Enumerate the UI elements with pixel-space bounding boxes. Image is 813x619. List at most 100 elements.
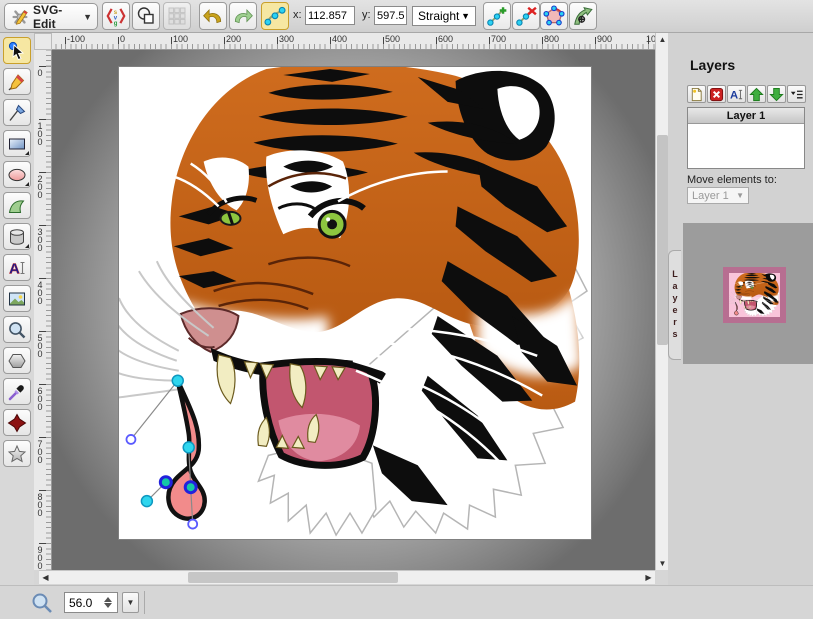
control-handle	[141, 496, 152, 507]
new-layer-button[interactable]	[687, 85, 706, 103]
add-node-icon	[486, 5, 508, 27]
tool-select[interactable]	[3, 37, 31, 64]
undo-button[interactable]	[199, 2, 227, 30]
edit-node-tool-button[interactable]	[261, 2, 289, 30]
scroll-right-arrow[interactable]: ▶	[642, 571, 655, 584]
rectangle-tool-icon	[7, 134, 27, 154]
ruler-label: 400	[332, 34, 347, 44]
tool-pencil[interactable]	[3, 68, 31, 95]
left-toolbar: A	[0, 33, 34, 586]
document-properties-button[interactable]	[132, 2, 160, 30]
segment-type-value: Straight	[418, 9, 459, 23]
ruler-label: 300	[35, 227, 45, 251]
app-title: SVG-Edit	[33, 3, 80, 31]
rename-layer-icon: A	[729, 87, 744, 102]
main-menu-button[interactable]: SVG-Edit ▼	[4, 3, 98, 30]
redo-icon	[232, 5, 254, 27]
vertical-scrollbar[interactable]: ▲ ▼	[655, 33, 668, 570]
zoom-spinner[interactable]	[103, 595, 113, 610]
source-editor-button[interactable]: s v g	[102, 2, 130, 30]
lower-layer-icon	[769, 87, 784, 102]
layers-tab[interactable]: Layers	[668, 250, 681, 360]
tool-zoom[interactable]	[3, 316, 31, 343]
add-node-button[interactable]	[483, 2, 511, 30]
convert-to-path-icon	[572, 5, 594, 27]
close-path-button[interactable]	[540, 2, 568, 30]
svg-canvas[interactable]	[118, 66, 592, 540]
ellipse-tool-icon	[7, 165, 27, 185]
ruler-label: 300	[279, 34, 294, 44]
raise-layer-button[interactable]	[747, 85, 766, 103]
scroll-down-arrow[interactable]: ▼	[656, 557, 669, 570]
thumbnail-tiger	[729, 273, 780, 317]
tool-polygon[interactable]	[3, 347, 31, 374]
grid-icon	[167, 6, 187, 26]
layers-toolbar: A	[687, 85, 806, 103]
tool-image[interactable]	[3, 285, 31, 312]
drawing	[119, 67, 591, 539]
y-coordinate-label: y:	[362, 9, 371, 21]
move-elements-label: Move elements to:	[687, 174, 777, 186]
tool-text[interactable]: A	[3, 254, 31, 281]
tool-star[interactable]	[3, 440, 31, 467]
ruler-label: 700	[491, 34, 506, 44]
image-tool-icon	[7, 289, 27, 309]
horizontal-scrollbar[interactable]: ◀ ▶	[39, 570, 655, 584]
move-elements-value: Layer 1	[692, 190, 729, 202]
rename-layer-button[interactable]: A	[727, 85, 746, 103]
tool-line[interactable]	[3, 99, 31, 126]
path-node-selected	[185, 482, 196, 493]
divider	[144, 591, 145, 614]
workspace[interactable]	[52, 50, 655, 570]
ruler-label: 200	[226, 34, 241, 44]
vertical-scroll-thumb[interactable]	[657, 135, 668, 345]
svg-text:A: A	[9, 260, 20, 277]
grid-button[interactable]	[163, 2, 191, 30]
delete-node-icon	[515, 5, 537, 27]
tool-rectangle[interactable]	[3, 130, 31, 157]
x-coordinate-input[interactable]	[305, 6, 355, 25]
delete-layer-button[interactable]	[707, 85, 726, 103]
eyedropper-tool-icon	[7, 382, 27, 402]
layer-menu-button[interactable]	[787, 85, 806, 103]
select-caret-icon: ▼	[736, 191, 744, 200]
shape-library-icon	[7, 413, 27, 433]
ruler-label: 1000	[646, 34, 655, 44]
scroll-left-arrow[interactable]: ◀	[39, 571, 52, 584]
path-tool-icon	[7, 196, 27, 216]
ruler-label: 800	[35, 492, 45, 516]
raise-layer-icon	[749, 87, 764, 102]
tool-cylinder[interactable]	[3, 223, 31, 250]
move-elements-select[interactable]: Layer 1 ▼	[687, 187, 749, 204]
layer-list: Layer 1	[687, 107, 805, 169]
ruler-corner	[34, 33, 52, 50]
horizontal-scroll-thumb[interactable]	[188, 572, 398, 583]
select-caret-icon: ▼	[461, 11, 470, 21]
ruler-label: 500	[35, 333, 45, 357]
cylinder-tool-icon	[7, 227, 27, 247]
ruler-label: 600	[35, 386, 45, 410]
lower-layer-button[interactable]	[767, 85, 786, 103]
svg-edit-logo-icon	[10, 6, 30, 28]
x-coordinate-label: x:	[293, 9, 302, 21]
tool-eyedropper[interactable]	[3, 378, 31, 405]
path-node	[172, 375, 183, 386]
scroll-up-arrow[interactable]: ▲	[656, 33, 669, 46]
ruler-label: 0	[35, 68, 45, 76]
convert-to-path-button[interactable]	[569, 2, 597, 30]
thumbnail-canvas	[729, 273, 780, 317]
segment-type-select[interactable]: Straight ▼	[412, 6, 476, 26]
layer-row[interactable]: Layer 1	[688, 108, 804, 124]
tool-path[interactable]	[3, 192, 31, 219]
tool-ellipse[interactable]	[3, 161, 31, 188]
polygon-tool-icon	[7, 351, 27, 371]
svg-text:A: A	[730, 89, 738, 101]
overlapping-shapes-icon	[136, 6, 156, 26]
y-coordinate-input[interactable]	[374, 6, 407, 25]
zoom-preset-dropdown[interactable]: ▼	[122, 592, 139, 613]
drawing-thumbnail[interactable]	[723, 267, 786, 323]
tool-shape-library[interactable]	[3, 409, 31, 436]
ruler-horizontal: -100 0 100 200 300 400 500 600 700 800 9…	[52, 33, 655, 50]
redo-button[interactable]	[229, 2, 257, 30]
delete-node-button[interactable]	[512, 2, 540, 30]
